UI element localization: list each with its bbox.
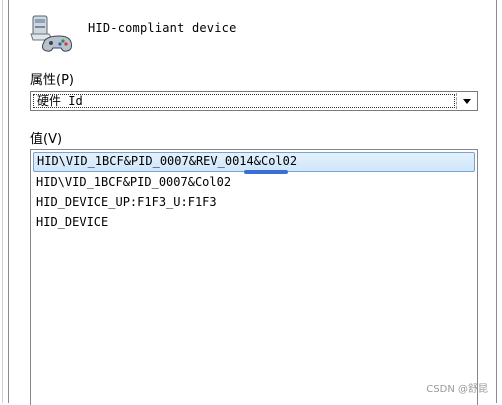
watermark: CSDN @舒昆 [426, 384, 488, 395]
dialog-right-border [496, 0, 502, 403]
property-selected-value: 硬件 Id [33, 94, 455, 108]
list-item[interactable]: HID\VID_1BCF&PID_0007&Col02 [33, 173, 475, 193]
property-dropdown[interactable]: 硬件 Id [30, 91, 478, 111]
value-label: 值(V) [30, 132, 63, 147]
list-item[interactable]: HID_DEVICE [33, 213, 475, 233]
properties-dialog: HID-compliant device 属性(P) 硬件 Id 值(V) HI… [0, 0, 502, 405]
list-item[interactable]: HID_DEVICE_UP:F1F3_U:F1F3 [33, 193, 475, 213]
text-cursor-underline [244, 170, 288, 174]
dialog-left-border [0, 0, 9, 403]
list-item-selected[interactable]: HID\VID_1BCF&PID_0007&REV_0014&Col02 [33, 152, 475, 172]
dropdown-divider [456, 93, 457, 109]
property-label: 属性(P) [30, 73, 74, 88]
device-name: HID-compliant device [88, 21, 237, 35]
chevron-down-icon[interactable] [461, 95, 473, 107]
value-listbox[interactable]: HID\VID_1BCF&PID_0007&REV_0014&Col02 HID… [30, 149, 478, 405]
hid-device-icon [30, 15, 72, 52]
